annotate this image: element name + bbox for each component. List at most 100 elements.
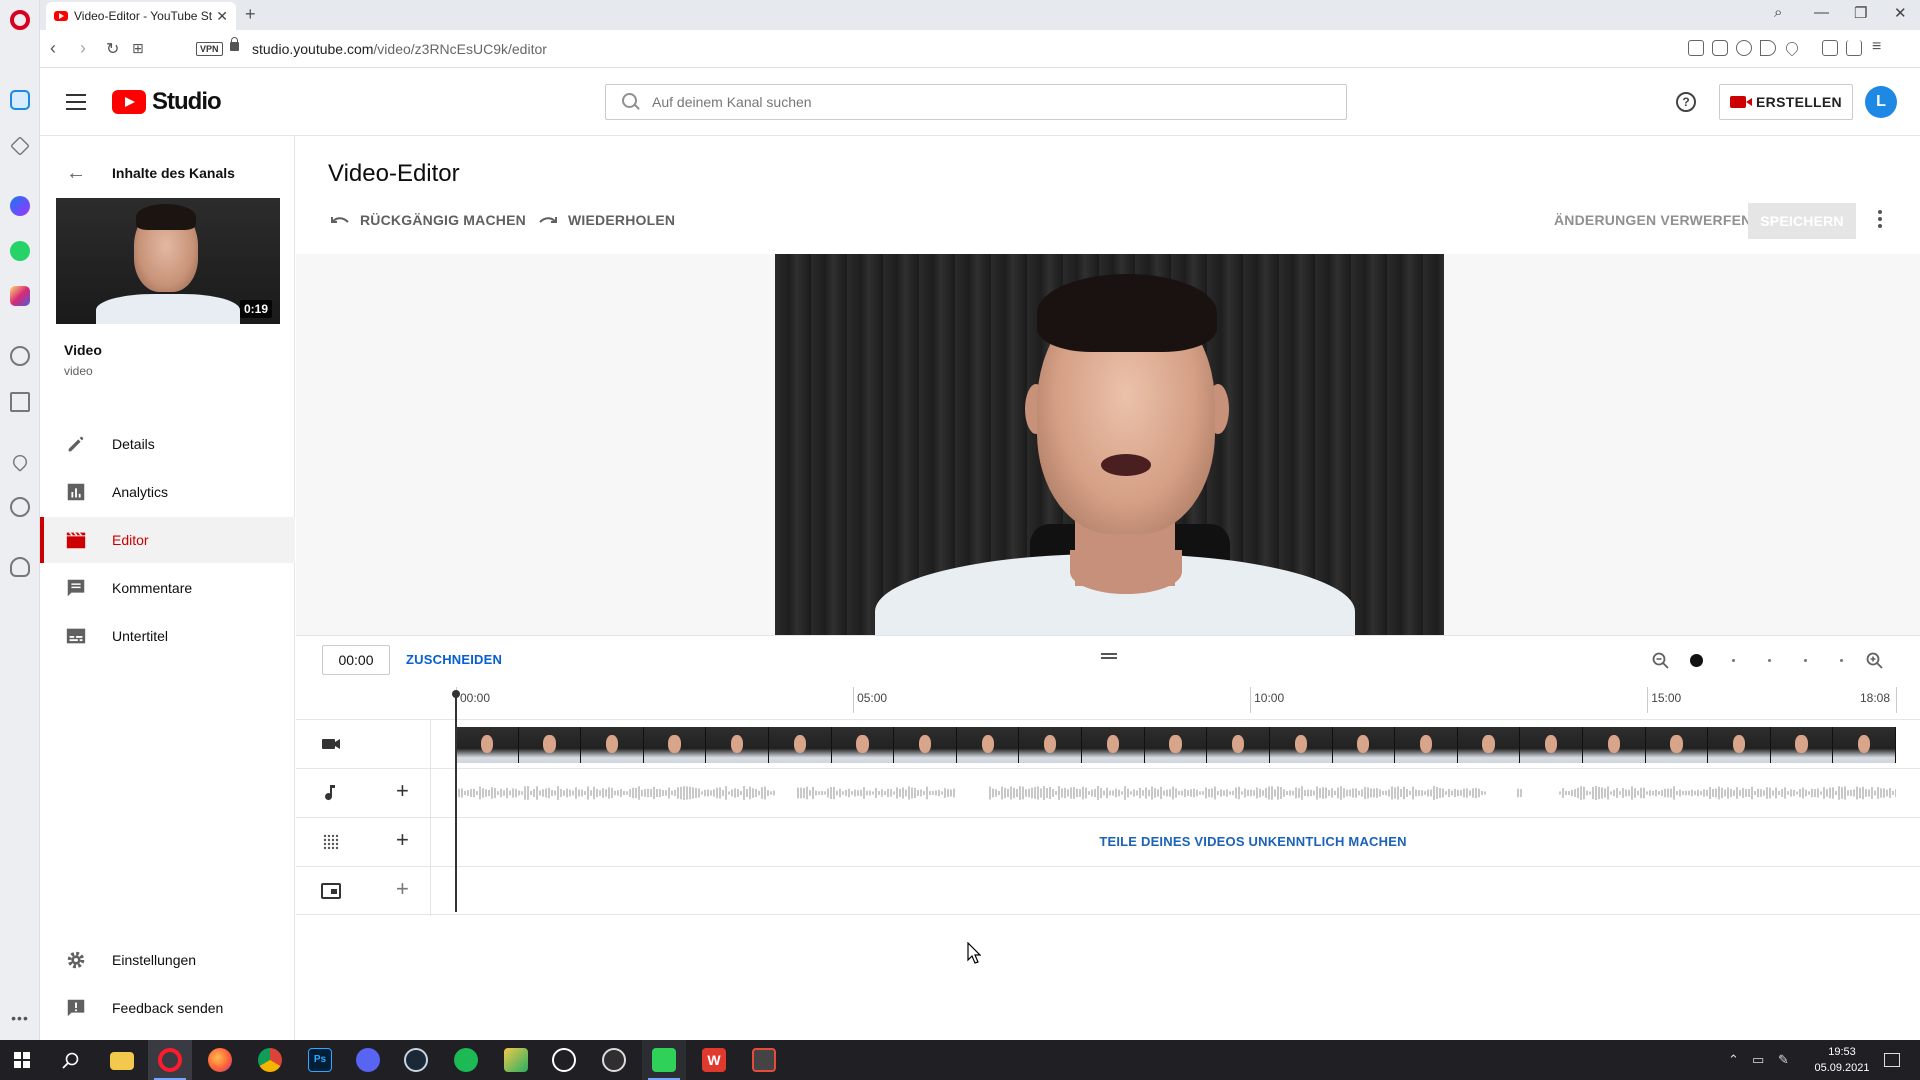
layers-app-icon[interactable] xyxy=(504,1048,528,1072)
add-audio-button[interactable]: + xyxy=(396,780,409,802)
video-thumbnail[interactable]: 0:19 xyxy=(56,198,280,324)
taskbar-clock[interactable]: 19:53 05.09.2021 xyxy=(1812,1044,1872,1076)
youtube-logo-icon[interactable] xyxy=(112,90,146,114)
audio-waveform[interactable] xyxy=(456,775,1896,811)
sidebar-item-editor[interactable]: Editor xyxy=(40,517,295,563)
blur-video-link[interactable]: TEILE DEINES VIDEOS UNKENNTLICH MACHEN xyxy=(296,834,1920,849)
tray-network-icon[interactable]: ▭ xyxy=(1752,1052,1764,1068)
sidebar-item-analytics[interactable]: Analytics xyxy=(40,469,295,515)
share-icon[interactable] xyxy=(1688,40,1704,56)
heart-icon[interactable] xyxy=(10,452,30,472)
lock-icon[interactable] xyxy=(230,37,239,51)
redo-button[interactable]: WIEDERHOLEN xyxy=(538,210,675,230)
whatsapp-icon[interactable] xyxy=(10,241,30,261)
notifications-icon[interactable] xyxy=(1884,1053,1900,1067)
search-input[interactable] xyxy=(652,94,1346,110)
zoom-slider[interactable] xyxy=(1690,654,1843,667)
waveform-bar xyxy=(992,788,994,798)
browser-search-icon[interactable]: ⌕ xyxy=(1774,4,1782,21)
lightbulb-icon[interactable] xyxy=(10,557,30,577)
obs-icon[interactable] xyxy=(602,1048,626,1072)
rocket-app-icon[interactable] xyxy=(552,1048,576,1072)
tray-chevron-icon[interactable]: ⌃ xyxy=(1728,1052,1739,1068)
more-vertical-icon[interactable] xyxy=(1878,210,1882,230)
close-window-icon[interactable]: ✕ xyxy=(1894,4,1907,22)
chrome-icon[interactable] xyxy=(258,1048,282,1072)
minimize-window-icon[interactable]: — xyxy=(1814,4,1829,21)
waveform-bar xyxy=(839,788,841,798)
opera-browser-icon[interactable] xyxy=(158,1048,182,1072)
history-icon[interactable] xyxy=(10,497,30,517)
video-preview[interactable] xyxy=(775,254,1444,635)
zoom-slider-knob[interactable] xyxy=(1690,654,1703,667)
trim-button[interactable]: ZUSCHNEIDEN xyxy=(406,652,502,667)
close-tab-icon[interactable]: ✕ xyxy=(216,8,228,25)
studio-logo-text[interactable]: Studio xyxy=(152,88,222,116)
resize-handle-icon[interactable] xyxy=(1101,653,1117,659)
sidebar-item-comments[interactable]: Kommentare xyxy=(40,565,295,611)
reload-icon[interactable]: ↻ xyxy=(106,39,119,59)
avatar[interactable]: L xyxy=(1865,86,1897,118)
playhead[interactable] xyxy=(452,690,460,912)
waveform-bar xyxy=(1619,791,1621,795)
tabs-grid-icon[interactable]: ⊞ xyxy=(132,40,144,57)
streaming-app-icon[interactable] xyxy=(652,1048,676,1072)
firefox-icon[interactable] xyxy=(208,1048,232,1072)
office-app-icon[interactable]: W xyxy=(702,1048,726,1072)
vpn-badge[interactable]: VPN xyxy=(196,42,223,56)
zoom-out-icon[interactable] xyxy=(1652,652,1670,670)
browser-tab[interactable]: Video-Editor - YouTube St ✕ xyxy=(46,2,236,30)
extensions-icon[interactable] xyxy=(1822,40,1838,56)
adblock-icon[interactable] xyxy=(1736,40,1752,56)
sidebar-item-feedback[interactable]: Feedback senden xyxy=(40,988,295,1028)
easy-setup-icon[interactable]: ≡ xyxy=(1872,38,1881,56)
sidebar-item-subtitles[interactable]: Untertitel xyxy=(40,613,295,659)
back-nav-icon[interactable]: ‹ xyxy=(50,38,56,59)
download-icon[interactable] xyxy=(1846,40,1862,56)
discard-changes-button[interactable]: ÄNDERUNGEN VERWERFEN xyxy=(1554,212,1751,228)
more-horizontal-icon[interactable]: ••• xyxy=(8,1010,32,1026)
timeline-ruler[interactable]: 00:00 05:00 10:00 15:00 18:08 xyxy=(296,683,1920,719)
bookmarks-icon[interactable] xyxy=(10,136,30,156)
send-icon[interactable] xyxy=(10,392,30,412)
photoshop-icon[interactable]: Ps xyxy=(308,1048,332,1072)
restore-window-icon[interactable]: ❐ xyxy=(1854,4,1867,22)
steam-icon[interactable] xyxy=(404,1048,428,1072)
waveform-bar xyxy=(503,790,505,796)
channel-search[interactable] xyxy=(605,84,1347,120)
player-icon[interactable] xyxy=(10,346,30,366)
zoom-in-icon[interactable] xyxy=(1866,652,1884,670)
home-icon[interactable] xyxy=(10,90,30,110)
forward-nav-icon[interactable]: › xyxy=(80,38,86,59)
messenger-icon[interactable] xyxy=(10,196,30,216)
sidebar-item-details[interactable]: Details xyxy=(40,421,295,467)
help-icon[interactable]: ? xyxy=(1676,92,1696,112)
menu-icon[interactable] xyxy=(66,94,86,110)
opera-logo-icon[interactable] xyxy=(10,10,30,30)
sidebar-item-settings[interactable]: Einstellungen xyxy=(40,940,295,980)
waveform-bar xyxy=(473,788,475,798)
discord-icon[interactable] xyxy=(356,1048,380,1072)
add-end-screen-button[interactable]: + xyxy=(396,878,409,900)
davinci-icon[interactable] xyxy=(752,1048,776,1072)
video-frames-strip[interactable] xyxy=(456,727,1897,763)
taskbar-search-icon[interactable] xyxy=(62,1052,80,1070)
undo-button[interactable]: RÜCKGÄNGIG MACHEN xyxy=(330,210,526,230)
url-field[interactable]: studio.youtube.com/video/z3RNcEsUC9k/edi… xyxy=(252,41,547,57)
timecode-field[interactable]: 00:00 xyxy=(322,645,390,675)
waveform-bar xyxy=(1586,790,1588,796)
new-tab-button[interactable]: + xyxy=(245,4,256,25)
back-to-content-link[interactable]: ← Inhalte des Kanals xyxy=(40,156,295,188)
search-icon[interactable] xyxy=(622,93,640,111)
camera-icon[interactable] xyxy=(1712,40,1728,56)
waveform-bar xyxy=(1022,786,1024,800)
save-button[interactable]: SPEICHERN xyxy=(1748,203,1856,239)
windows-start-icon[interactable] xyxy=(14,1052,30,1068)
file-explorer-icon[interactable] xyxy=(110,1052,134,1070)
instagram-icon[interactable] xyxy=(10,286,30,306)
favorite-icon[interactable] xyxy=(1783,39,1801,57)
tray-pen-icon[interactable]: ✎ xyxy=(1778,1052,1789,1068)
music-app-icon[interactable] xyxy=(454,1048,478,1072)
create-button[interactable]: ERSTELLEN xyxy=(1719,84,1853,120)
flow-icon[interactable] xyxy=(1760,40,1776,56)
